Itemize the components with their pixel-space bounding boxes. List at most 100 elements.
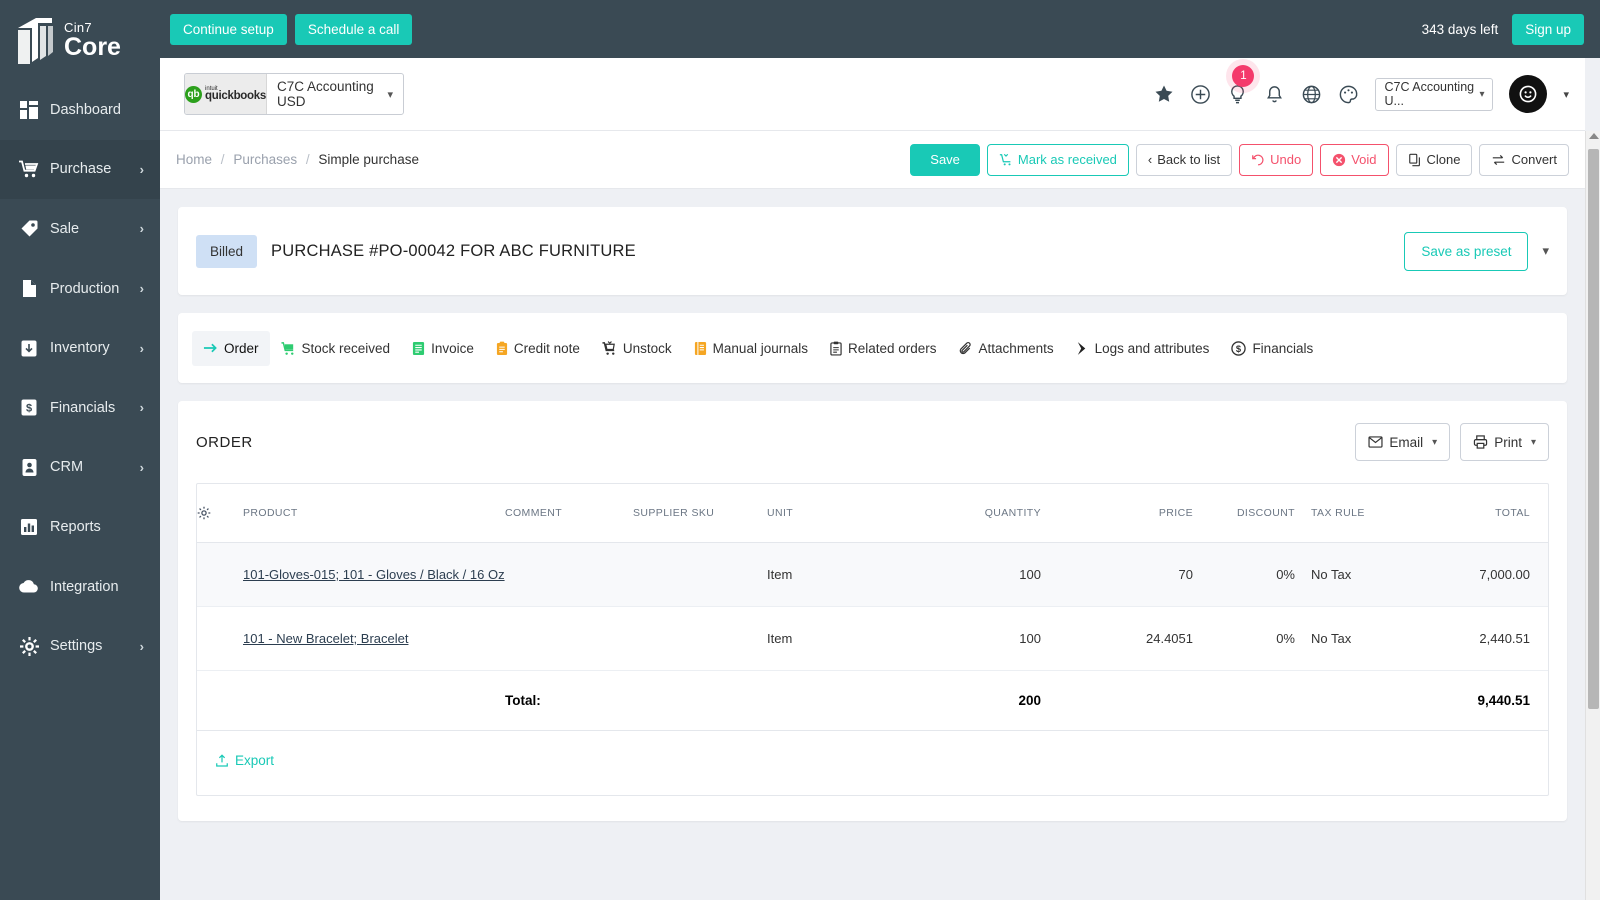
tab-label: Logs and attributes bbox=[1094, 340, 1210, 356]
tab-unstock[interactable]: Unstock bbox=[591, 331, 683, 366]
scrollbar-thumb[interactable] bbox=[1588, 149, 1599, 709]
star-icon[interactable] bbox=[1154, 84, 1174, 104]
mark-as-received-button[interactable]: Mark as received bbox=[986, 143, 1129, 176]
convert-button[interactable]: Convert bbox=[1479, 143, 1569, 176]
cell-total: 7,000.00 bbox=[1463, 542, 1548, 607]
back-to-list-button[interactable]: ‹ Back to list bbox=[1135, 143, 1233, 176]
totals-total: 9,440.51 bbox=[1463, 670, 1548, 731]
tab-label: Unstock bbox=[622, 340, 672, 356]
schedule-call-button[interactable]: Schedule a call bbox=[294, 13, 413, 45]
sidebar-item-reports[interactable]: Reports bbox=[0, 497, 160, 557]
tab-attachments[interactable]: Attachments bbox=[948, 331, 1065, 366]
chevron-right-icon: › bbox=[139, 638, 144, 654]
clone-button[interactable]: Clone bbox=[1395, 143, 1473, 176]
sidebar-item-label: Reports bbox=[50, 518, 101, 535]
tab-stock-received[interactable]: Stock received bbox=[270, 331, 402, 366]
table-body: 101-Gloves-015; 101 - Gloves / Black / 1… bbox=[197, 542, 1548, 671]
table-row[interactable]: 101-Gloves-015; 101 - Gloves / Black / 1… bbox=[197, 542, 1548, 607]
chevron-right-icon: › bbox=[139, 340, 144, 356]
product-link[interactable]: 101 - New Bracelet; Bracelet bbox=[243, 631, 408, 646]
undo-button[interactable]: Undo bbox=[1239, 143, 1314, 176]
tab-label: Manual journals bbox=[712, 340, 808, 356]
chevron-down-icon: ▾ bbox=[1530, 436, 1536, 448]
tab-order[interactable]: Order bbox=[192, 330, 270, 366]
breadcrumb-separator: / bbox=[305, 152, 310, 167]
quickbooks-account-select[interactable]: qb intuit quickbooks C7C Accounting USD … bbox=[184, 73, 404, 115]
clone-label: Clone bbox=[1426, 152, 1461, 167]
clone-icon bbox=[1408, 153, 1422, 167]
cell-supplier-sku bbox=[633, 542, 767, 607]
printer-icon bbox=[1473, 435, 1488, 449]
status-badge: Billed bbox=[196, 234, 258, 268]
plus-circle-icon[interactable] bbox=[1190, 84, 1211, 105]
cell-tax-rule: No Tax bbox=[1303, 542, 1463, 607]
avatar[interactable] bbox=[1509, 75, 1548, 113]
sidebar-item-settings[interactable]: Settings › bbox=[0, 616, 160, 676]
save-as-preset-button[interactable]: Save as preset bbox=[1404, 231, 1529, 271]
breadcrumb-home[interactable]: Home bbox=[176, 152, 212, 167]
app-logo[interactable]: Cin7 Core bbox=[0, 0, 160, 80]
sign-up-button[interactable]: Sign up bbox=[1512, 13, 1584, 45]
quickbooks-selected-value: C7C Accounting USD bbox=[277, 79, 374, 109]
quickbooks-wordmark: quickbooks bbox=[205, 90, 266, 102]
account-select-value: C7C Accounting U... bbox=[1384, 80, 1475, 108]
tab-logs-and-attributes[interactable]: Logs and attributes bbox=[1065, 331, 1221, 366]
palette-icon[interactable] bbox=[1338, 84, 1359, 105]
tab-financials[interactable]: $ Financials bbox=[1220, 331, 1324, 366]
undo-label: Undo bbox=[1270, 152, 1302, 167]
sidebar-item-financials[interactable]: $ Financials › bbox=[0, 378, 160, 438]
header-chevron-down-icon[interactable]: ▾ bbox=[1542, 243, 1549, 259]
cell-comment bbox=[505, 542, 633, 607]
box-down-icon bbox=[16, 339, 42, 358]
sidebar-item-sale[interactable]: Sale › bbox=[0, 199, 160, 259]
invoice-green-icon bbox=[412, 341, 425, 356]
void-icon bbox=[1332, 153, 1346, 167]
row-handle bbox=[197, 542, 243, 607]
cell-supplier-sku bbox=[633, 606, 767, 671]
order-section-title: ORDER bbox=[196, 433, 253, 451]
void-button[interactable]: Void bbox=[1320, 143, 1389, 176]
sidebar-item-purchase[interactable]: Purchase › bbox=[0, 139, 160, 200]
lightbulb-icon[interactable]: 1 bbox=[1227, 64, 1255, 105]
sidebar-item-crm[interactable]: CRM › bbox=[0, 438, 160, 498]
save-button[interactable]: Save bbox=[910, 143, 980, 176]
account-select[interactable]: C7C Accounting U... ▾ bbox=[1375, 77, 1494, 111]
sidebar-item-inventory[interactable]: Inventory › bbox=[0, 318, 160, 378]
tab-credit-note[interactable]: Credit note bbox=[485, 331, 591, 366]
email-button[interactable]: Email ▾ bbox=[1355, 423, 1451, 461]
breadcrumb-purchases[interactable]: Purchases bbox=[233, 152, 297, 167]
cart-check-icon bbox=[999, 153, 1013, 167]
print-button[interactable]: Print ▾ bbox=[1460, 423, 1549, 461]
content-area: Billed PURCHASE #PO-00042 FOR ABC FURNIT… bbox=[160, 189, 1585, 900]
export-row: Export bbox=[197, 731, 1548, 795]
cell-total: 2,440.51 bbox=[1463, 606, 1548, 671]
tab-invoice[interactable]: Invoice bbox=[401, 331, 485, 366]
totals-label: Total: bbox=[505, 670, 633, 731]
table-row[interactable]: 101 - New Bracelet; Bracelet Item 100 24.40… bbox=[197, 606, 1548, 671]
continue-setup-button[interactable]: Continue setup bbox=[170, 13, 287, 45]
page-title: PURCHASE #PO-00042 FOR ABC FURNITURE bbox=[271, 241, 636, 260]
mark-as-received-label: Mark as received bbox=[1017, 152, 1117, 167]
scroll-up-arrow-icon[interactable] bbox=[1589, 133, 1599, 139]
cell-unit: Item bbox=[767, 606, 895, 671]
sidebar-item-integration[interactable]: Integration bbox=[0, 557, 160, 617]
export-button[interactable]: Export bbox=[215, 753, 274, 768]
sidebar-item-label: Settings bbox=[50, 638, 103, 655]
print-label: Print bbox=[1494, 434, 1522, 450]
tab-related-orders[interactable]: Related orders bbox=[819, 331, 948, 366]
column-settings-gear[interactable] bbox=[197, 484, 243, 543]
chevron-right-icon: › bbox=[139, 281, 144, 297]
sidebar-item-dashboard[interactable]: Dashboard bbox=[0, 80, 160, 140]
bell-icon[interactable] bbox=[1264, 84, 1285, 105]
quickbooks-logo-icon: qb intuit quickbooks bbox=[185, 74, 267, 114]
table-footer: Total: 200 9,440.51 Export bbox=[197, 670, 1548, 795]
globe-icon[interactable] bbox=[1301, 84, 1322, 105]
sidebar-item-production[interactable]: Production › bbox=[0, 259, 160, 319]
product-link[interactable]: 101-Gloves-015; 101 - Gloves / Black / 1… bbox=[243, 567, 505, 582]
column-header-unit: UNIT bbox=[767, 484, 895, 543]
vertical-scrollbar[interactable] bbox=[1585, 131, 1600, 900]
cell-tax-rule: No Tax bbox=[1303, 606, 1463, 671]
tab-manual-journals[interactable]: Manual journals bbox=[683, 331, 819, 366]
cell-discount: 0% bbox=[1211, 606, 1303, 671]
avatar-chevron-down-icon[interactable]: ▾ bbox=[1563, 88, 1569, 101]
